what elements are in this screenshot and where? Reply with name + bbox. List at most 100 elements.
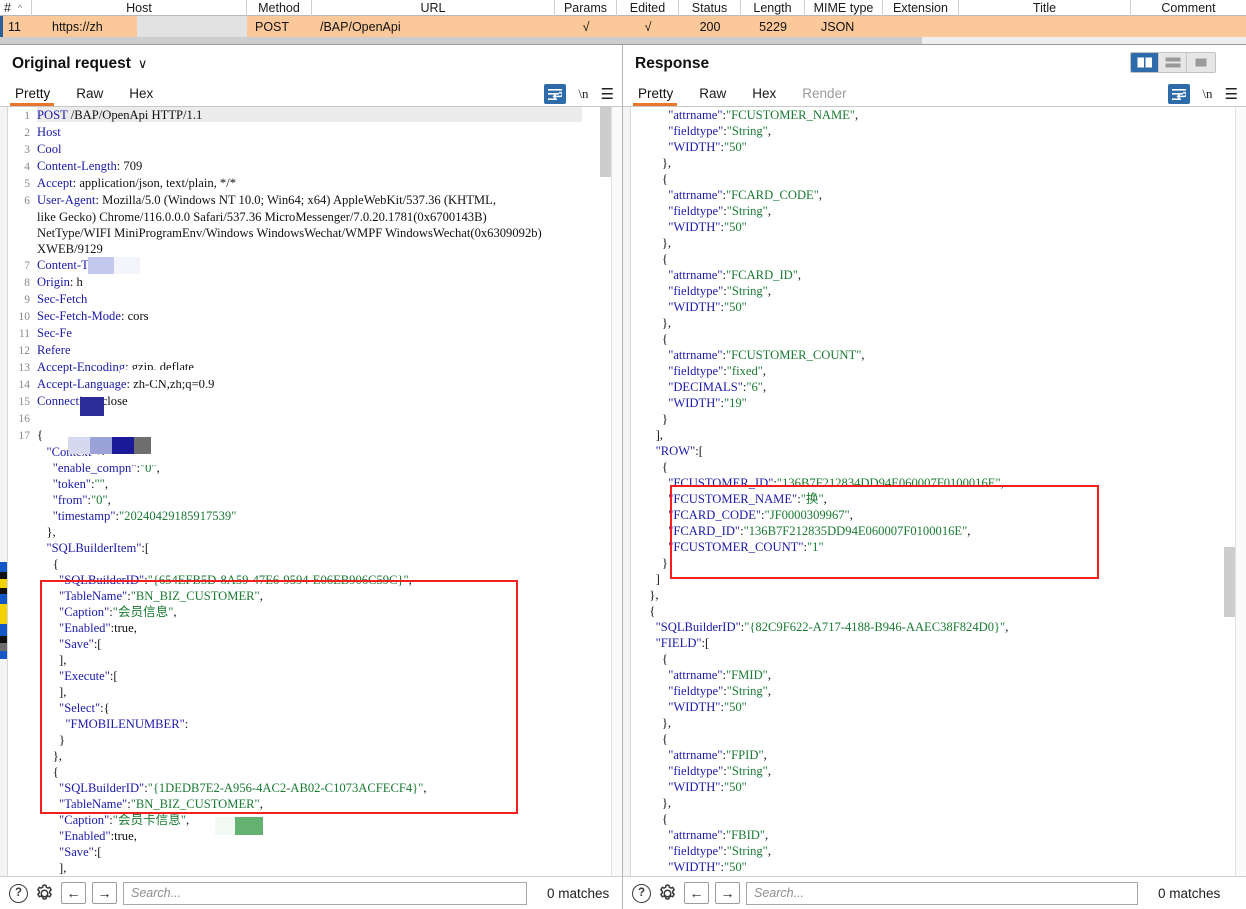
help-icon[interactable]: ? <box>9 883 28 903</box>
editor-panes: Original request ∨ Pretty Raw Hex \n ☰ 1… <box>0 45 1246 909</box>
search-input[interactable] <box>123 881 527 905</box>
column-label-host: Host <box>126 1 152 15</box>
column-header-title[interactable]: Title <box>959 0 1131 16</box>
column-header-host[interactable]: Host <box>32 0 247 16</box>
response-vertical-scrollbar[interactable] <box>1235 107 1246 876</box>
request-vertical-scrollbar[interactable] <box>611 107 622 876</box>
response-tabs: Pretty Raw Hex Render \n ☰ <box>623 81 1246 107</box>
response-scrollbar-thumb[interactable] <box>1224 547 1235 617</box>
gear-icon[interactable] <box>34 883 55 904</box>
column-label-title: Title <box>1032 1 1057 15</box>
search-match-count: 0 matches <box>547 885 610 901</box>
request-search-bar: ? ← → 0 matches <box>0 876 622 909</box>
column-label-params: Params <box>563 1 608 15</box>
request-scrollbar-thumb[interactable] <box>600 107 611 177</box>
search-match-count-response: 0 matches <box>1158 885 1221 901</box>
cell-url: /BAP/OpenApi <box>320 19 401 34</box>
column-label-length: Length <box>753 1 792 15</box>
request-code-area[interactable]: 1 POST /BAP/OpenApi HTTP/1.1 2 Host 3 Cool 4 Co… <box>0 107 622 876</box>
column-header-num[interactable]: # ^ <box>0 0 32 16</box>
redaction-block-mobilenumber-2 <box>235 817 263 835</box>
cell-params: √ <box>582 19 590 34</box>
newline-escape-icon[interactable]: \n <box>578 86 588 102</box>
cell-status: 200 <box>699 19 721 34</box>
column-header-params[interactable]: Params <box>555 0 617 16</box>
newline-escape-icon-response[interactable]: \n <box>1202 86 1212 102</box>
redaction-block-secfetch-3 <box>112 437 134 454</box>
word-wrap-icon[interactable] <box>544 84 567 104</box>
redaction-block-content-type <box>120 370 240 380</box>
page-title: Original request <box>12 55 131 72</box>
search-next-button-response[interactable]: → <box>715 882 740 904</box>
request-title-bar: Original request ∨ <box>0 45 622 81</box>
cell-length: 5229 <box>759 19 787 34</box>
column-header-url[interactable]: URL <box>312 0 555 16</box>
sort-ascending-icon: ^ <box>17 3 23 13</box>
proxy-history-table: # ^ Host Method URL Params Edited Status… <box>0 0 1246 45</box>
search-input-response[interactable] <box>746 881 1138 905</box>
tab-hex-response[interactable]: Hex <box>749 86 789 106</box>
column-header-status[interactable]: Status <box>679 0 741 16</box>
request-pane: Original request ∨ Pretty Raw Hex \n ☰ 1… <box>0 45 623 909</box>
column-label-extension: Extension <box>893 1 948 15</box>
redaction-block-secfetch-4 <box>134 437 151 454</box>
response-pane: Response Pretty Raw Hex Render \n ☰ "att… <box>623 45 1246 909</box>
cell-title <box>959 16 1131 37</box>
request-title-group[interactable]: Original request ∨ <box>12 55 147 73</box>
cell-method: POST <box>255 19 290 34</box>
help-icon-response[interactable]: ? <box>632 883 651 903</box>
burp-suite-window: # ^ Host Method URL Params Edited Status… <box>0 0 1246 909</box>
redaction-block-origin <box>80 397 104 416</box>
column-header-method[interactable]: Method <box>247 0 312 16</box>
tab-raw-request[interactable]: Raw <box>73 86 116 106</box>
cell-mime: JSON <box>821 19 855 34</box>
cell-comment <box>1131 16 1246 37</box>
chevron-down-icon[interactable]: ∨ <box>138 56 148 72</box>
redaction-block-mobilenumber-1 <box>215 817 235 835</box>
row-selection-indicator <box>0 16 3 37</box>
cell-extension <box>883 16 959 37</box>
response-gutter <box>623 107 631 876</box>
column-label-url: URL <box>420 1 446 15</box>
tab-render-response[interactable]: Render <box>799 86 859 106</box>
column-header-edited[interactable]: Edited <box>617 0 679 16</box>
tab-pretty-response[interactable]: Pretty <box>632 86 686 106</box>
response-search-bar: ? ← → 0 matches <box>623 876 1246 909</box>
hamburger-menu-icon-response[interactable]: ☰ <box>1225 85 1238 103</box>
redaction-block-cookie-2 <box>114 257 140 274</box>
column-header-extension[interactable]: Extension <box>883 0 959 16</box>
redaction-block-secfetch-1 <box>68 437 90 454</box>
tab-pretty-request[interactable]: Pretty <box>9 86 63 106</box>
search-prev-button-response[interactable]: ← <box>684 882 709 904</box>
column-label-num: # <box>4 1 11 15</box>
column-header-comment[interactable]: Comment <box>1131 0 1246 16</box>
response-title-group: Response <box>635 55 709 73</box>
request-code-text: 1 POST /BAP/OpenApi HTTP/1.1 2 Host 3 Cool 4 Co… <box>18 108 542 875</box>
hamburger-menu-icon[interactable]: ☰ <box>601 85 614 103</box>
table-horizontal-scrollbar[interactable] <box>0 37 922 44</box>
column-label-comment: Comment <box>1161 1 1216 15</box>
column-header-mime[interactable]: MIME type <box>805 0 883 16</box>
gear-icon-response[interactable] <box>657 883 678 904</box>
column-label-method: Method <box>258 1 300 15</box>
tab-raw-response[interactable]: Raw <box>696 86 739 106</box>
column-header-length[interactable]: Length <box>741 0 805 16</box>
search-prev-button[interactable]: ← <box>61 882 86 904</box>
response-code-area[interactable]: "attrname":"FCUSTOMER_NAME", "fieldtype"… <box>623 107 1246 876</box>
request-tools: \n ☰ <box>544 84 614 104</box>
single-pane-icon[interactable] <box>1187 53 1215 72</box>
search-next-button[interactable]: → <box>92 882 117 904</box>
split-horizontal-icon[interactable] <box>1159 53 1187 72</box>
page-title-response: Response <box>635 55 710 72</box>
response-title-bar: Response <box>623 45 1246 81</box>
redaction-block-secfetch-2 <box>90 437 112 454</box>
layout-switcher <box>1130 52 1216 73</box>
column-label-edited: Edited <box>629 1 666 15</box>
tab-hex-request[interactable]: Hex <box>126 86 166 106</box>
word-wrap-icon-response[interactable] <box>1168 84 1191 104</box>
column-label-status: Status <box>691 1 728 15</box>
request-tabs: Pretty Raw Hex \n ☰ <box>0 81 622 107</box>
cell-num: 11 <box>8 19 21 34</box>
redaction-block-referer <box>95 455 295 465</box>
split-vertical-icon[interactable] <box>1131 53 1159 72</box>
